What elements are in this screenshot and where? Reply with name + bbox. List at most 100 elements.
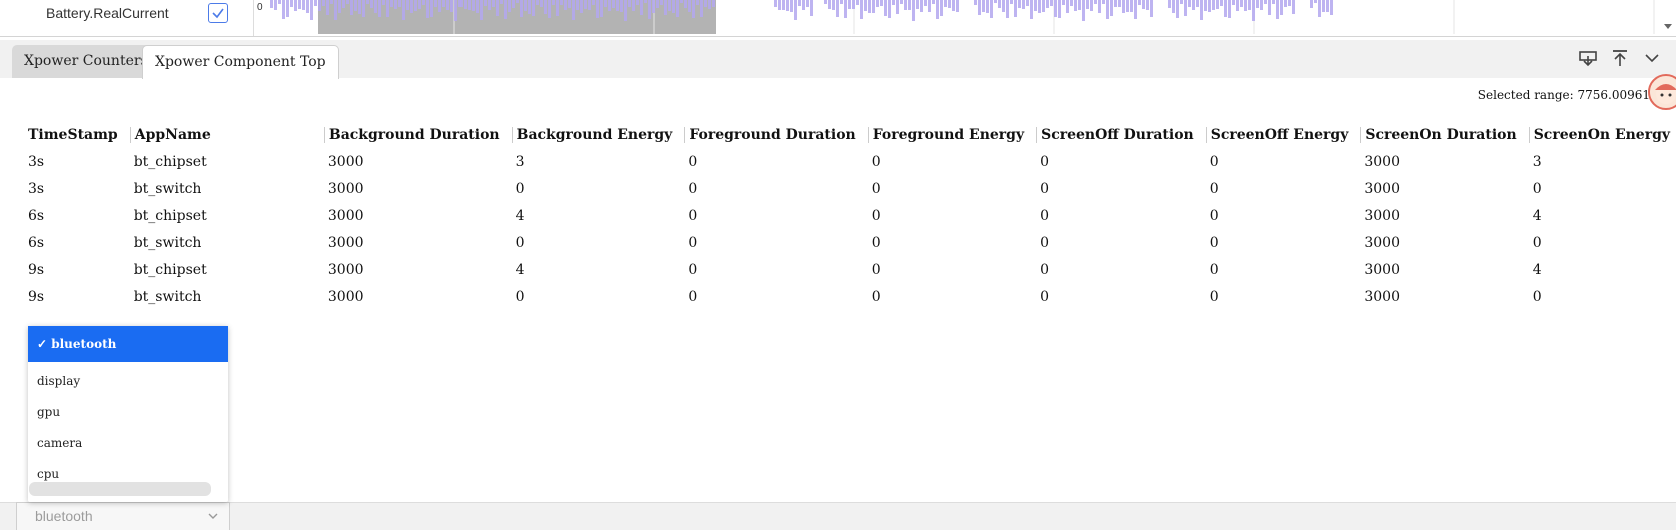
trace-bar bbox=[1188, 0, 1191, 7]
trace-bar bbox=[1146, 0, 1149, 10]
trace-bar bbox=[476, 0, 479, 13]
column-separator[interactable] bbox=[323, 127, 325, 143]
column-separator[interactable] bbox=[867, 127, 869, 143]
table-cell: 0 bbox=[688, 180, 698, 197]
column-header[interactable]: TimeStamp bbox=[22, 122, 124, 148]
component-dropdown-menu: ✓ bluetooth display gpu camera cpu bbox=[28, 326, 228, 502]
trace-bar bbox=[1196, 0, 1199, 7]
table-cell: 0 bbox=[871, 207, 881, 224]
table-cell: 0 bbox=[1209, 288, 1219, 305]
trace-bar bbox=[1248, 0, 1251, 10]
component-top-table: TimeStamp AppName Background Duration Backg… bbox=[22, 122, 1676, 310]
trace-bar bbox=[1054, 0, 1057, 17]
trace-bar bbox=[556, 0, 559, 16]
table-row[interactable]: 9s bt_switch 3000 0 0 0 0 0 3000 0 bbox=[22, 283, 1676, 310]
column-separator[interactable] bbox=[1036, 127, 1038, 143]
column-separator[interactable] bbox=[511, 127, 513, 143]
trace-bar bbox=[948, 0, 951, 8]
dropdown-option-bluetooth[interactable]: ✓ bluetooth bbox=[28, 326, 228, 362]
trace-bar bbox=[924, 0, 927, 6]
table-cell: 3 bbox=[515, 153, 525, 170]
download-icon[interactable] bbox=[1578, 48, 1598, 68]
trace-bar bbox=[1168, 0, 1171, 8]
column-header-label: AppName bbox=[134, 127, 211, 143]
trace-bar bbox=[1268, 0, 1271, 15]
trace-bar bbox=[798, 0, 801, 6]
trace-bar bbox=[1232, 0, 1235, 5]
trace-bar bbox=[450, 0, 453, 12]
trace-bar bbox=[1018, 0, 1021, 8]
trace-bar bbox=[442, 0, 445, 7]
table-cell: 0 bbox=[871, 261, 881, 278]
trace-bar bbox=[1272, 0, 1275, 4]
column-header[interactable]: Foreground Duration bbox=[678, 122, 861, 148]
trace-bar bbox=[480, 0, 483, 20]
trace-bar bbox=[1310, 0, 1313, 8]
trace-bar bbox=[536, 0, 539, 5]
trace-bar bbox=[382, 0, 385, 5]
table-row[interactable]: 6s bt_switch 3000 0 0 0 0 0 3000 0 bbox=[22, 229, 1676, 256]
trace-bar bbox=[944, 0, 947, 7]
trace-bar bbox=[652, 0, 655, 13]
trace-bar bbox=[500, 0, 503, 4]
column-separator[interactable] bbox=[1528, 127, 1530, 143]
column-header[interactable]: ScreenOff Energy bbox=[1200, 122, 1355, 148]
column-header[interactable]: Foreground Energy bbox=[862, 122, 1030, 148]
tab-bar: Xpower Counters Xpower Component Top bbox=[0, 40, 1676, 79]
trace-bar bbox=[342, 0, 345, 8]
trace-bar bbox=[932, 0, 935, 4]
trace-bar bbox=[1122, 0, 1125, 13]
chevron-down-icon[interactable] bbox=[1642, 48, 1662, 68]
trace-bar bbox=[1078, 0, 1081, 10]
column-separator[interactable] bbox=[1360, 127, 1362, 143]
table-row[interactable]: 9s bt_chipset 3000 4 0 0 0 0 3000 4 bbox=[22, 256, 1676, 283]
trace-bar bbox=[434, 0, 437, 7]
column-header[interactable]: ScreenOff Duration bbox=[1030, 122, 1200, 148]
trace-bar bbox=[848, 0, 851, 9]
table-cell: 3000 bbox=[327, 207, 364, 224]
trace-bar bbox=[876, 0, 879, 7]
dropdown-scrollbar[interactable] bbox=[29, 482, 211, 496]
column-separator[interactable] bbox=[1205, 127, 1207, 143]
column-separator[interactable] bbox=[129, 127, 131, 143]
assistant-avatar-icon[interactable] bbox=[1648, 74, 1676, 110]
column-header[interactable]: Background Duration bbox=[318, 122, 506, 148]
dropdown-option-display[interactable]: display bbox=[28, 366, 228, 397]
table-cell: 0 bbox=[688, 207, 698, 224]
table-row[interactable]: 6s bt_chipset 3000 4 0 0 0 0 3000 4 bbox=[22, 202, 1676, 229]
trace-bar bbox=[1074, 0, 1077, 11]
trace-bar bbox=[370, 0, 373, 8]
trace-bar bbox=[840, 0, 843, 4]
dropdown-option-camera[interactable]: camera bbox=[28, 428, 228, 459]
trace-bar bbox=[516, 0, 519, 3]
trace-bar bbox=[286, 0, 289, 17]
component-select[interactable]: bluetooth bbox=[16, 502, 230, 530]
trace-bar bbox=[656, 0, 659, 8]
trace-bar bbox=[888, 0, 891, 18]
tab-xpower-component-top[interactable]: Xpower Component Top bbox=[142, 45, 339, 79]
trace-bar bbox=[956, 0, 959, 12]
trace-bar bbox=[310, 0, 313, 20]
trace-bar bbox=[472, 0, 475, 11]
trace-checkbox[interactable] bbox=[208, 3, 228, 23]
table-cell: bt_chipset bbox=[133, 153, 207, 170]
tab-xpower-counters[interactable]: Xpower Counters bbox=[12, 45, 160, 78]
table-cell: 3 bbox=[1532, 153, 1542, 170]
dropdown-option-gpu[interactable]: gpu bbox=[28, 397, 228, 428]
trace-bar bbox=[492, 0, 495, 7]
trace-bar bbox=[1292, 0, 1295, 14]
table-row[interactable]: 3s bt_chipset 3000 3 0 0 0 0 3000 3 bbox=[22, 148, 1676, 175]
trace-graph[interactable] bbox=[254, 0, 1676, 36]
column-header[interactable]: Background Energy bbox=[506, 122, 679, 148]
column-header[interactable]: AppName bbox=[124, 122, 318, 148]
trace-bar bbox=[1042, 0, 1045, 12]
table-row[interactable]: 3s bt_switch 3000 0 0 0 0 0 3000 0 bbox=[22, 175, 1676, 202]
pin-top-icon[interactable] bbox=[1610, 48, 1630, 68]
trace-bar bbox=[1326, 0, 1329, 12]
column-header[interactable]: ScreenOn Duration bbox=[1354, 122, 1522, 148]
column-header[interactable]: ScreenOn Energy bbox=[1523, 122, 1676, 148]
table-cell: 0 bbox=[1532, 234, 1542, 251]
scroll-down-arrow-icon[interactable] bbox=[1664, 24, 1672, 29]
dropdown-option-label: cpu bbox=[37, 467, 60, 481]
column-separator[interactable] bbox=[684, 127, 686, 143]
